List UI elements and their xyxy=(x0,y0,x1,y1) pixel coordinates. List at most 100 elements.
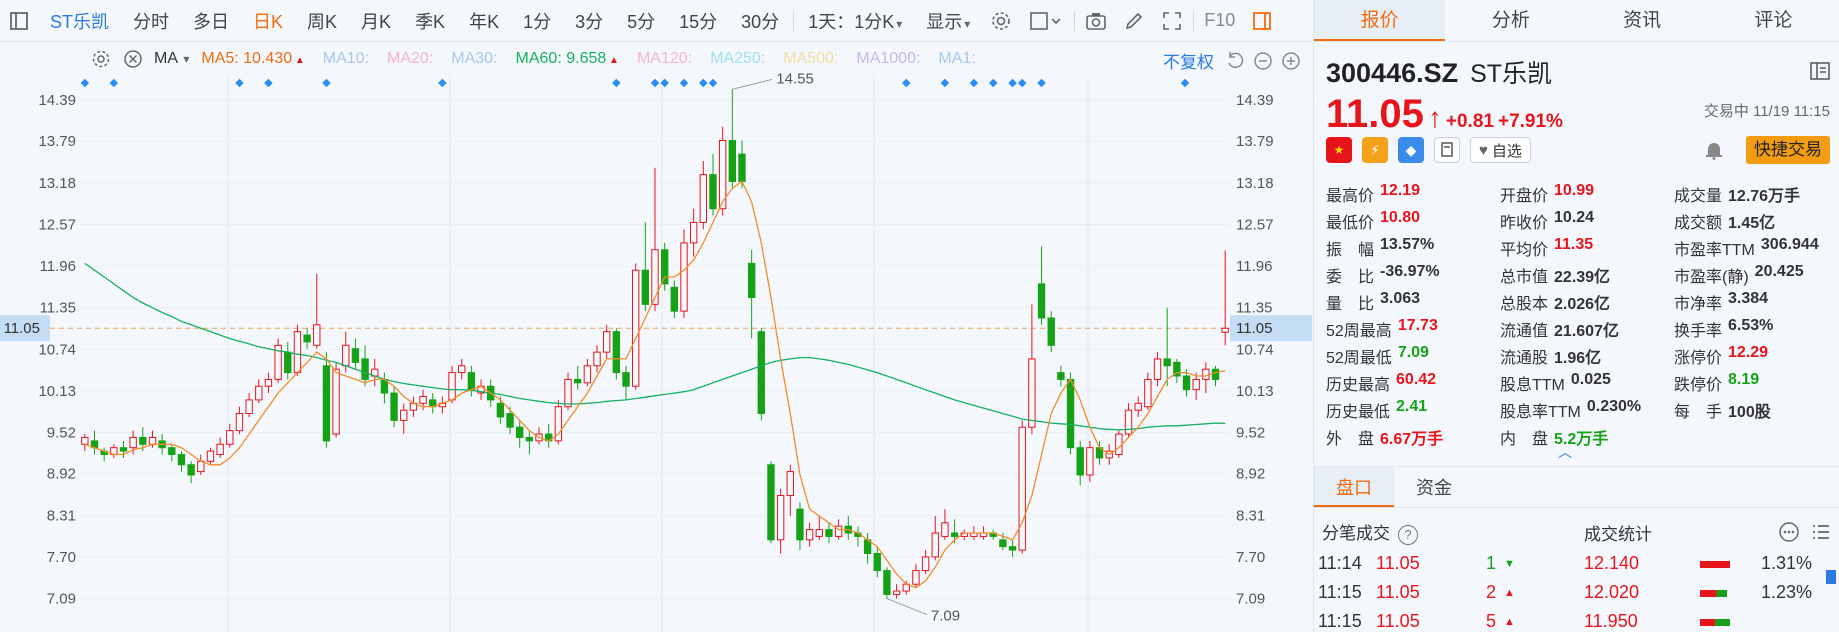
display-select[interactable]: 显示 ▾ xyxy=(914,8,982,34)
candle[interactable] xyxy=(912,563,920,588)
f10-button[interactable]: F10 xyxy=(1196,10,1243,31)
candle[interactable] xyxy=(796,502,804,551)
candle[interactable] xyxy=(1153,352,1162,387)
ma-legend-item[interactable]: MA500: xyxy=(783,50,838,68)
gear-icon[interactable] xyxy=(88,46,114,72)
bookmark-icon[interactable] xyxy=(1434,137,1460,163)
pen-icon[interactable] xyxy=(1121,8,1147,34)
event-marker[interactable] xyxy=(708,78,718,88)
candle[interactable] xyxy=(1134,396,1142,417)
event-marker[interactable] xyxy=(902,78,911,88)
candle[interactable] xyxy=(670,280,679,318)
candle[interactable] xyxy=(815,515,823,540)
candle[interactable] xyxy=(361,345,369,387)
camera-icon[interactable] xyxy=(1083,8,1109,34)
candle[interactable] xyxy=(284,341,292,380)
event-marker[interactable] xyxy=(264,78,273,88)
candle[interactable] xyxy=(728,89,736,189)
candle[interactable] xyxy=(313,273,321,349)
candle[interactable] xyxy=(371,358,379,387)
candle[interactable] xyxy=(1163,307,1171,387)
event-marker[interactable] xyxy=(1037,78,1046,88)
period-tab[interactable]: 30分 xyxy=(729,8,791,34)
gear-icon[interactable] xyxy=(988,8,1014,34)
candle[interactable] xyxy=(612,328,621,380)
quick-trade-button[interactable]: 快捷交易 xyxy=(1746,136,1830,164)
candle[interactable] xyxy=(921,550,930,574)
scrollbar[interactable] xyxy=(1826,570,1836,584)
event-marker[interactable] xyxy=(438,78,447,88)
candle[interactable] xyxy=(854,526,862,547)
quote-tab[interactable]: 评论 xyxy=(1708,0,1839,41)
ma-legend-item[interactable]: MA1000: xyxy=(856,50,920,68)
candle[interactable] xyxy=(168,444,176,462)
candle[interactable] xyxy=(989,529,997,540)
event-marker[interactable] xyxy=(235,78,244,88)
ma-legend-item[interactable]: MA250: xyxy=(710,50,765,68)
period-tab[interactable]: 多日 xyxy=(181,8,241,34)
event-marker[interactable] xyxy=(322,78,331,88)
box-select-icon[interactable] xyxy=(1026,8,1066,34)
bell-icon[interactable] xyxy=(1700,136,1728,164)
candle[interactable] xyxy=(516,420,524,448)
period-tab[interactable]: 季K xyxy=(403,8,457,34)
candle[interactable] xyxy=(825,522,833,544)
event-marker[interactable] xyxy=(699,78,708,88)
chevron-up-icon[interactable]: ︿ xyxy=(1558,442,1572,462)
panel-toggle-icon[interactable] xyxy=(1249,8,1275,34)
zoom-out-icon[interactable] xyxy=(1252,50,1274,72)
event-marker[interactable] xyxy=(1008,78,1017,88)
ma-legend-item[interactable]: MA30: xyxy=(451,50,497,68)
candle[interactable] xyxy=(400,403,408,435)
candle[interactable] xyxy=(709,154,717,216)
candle[interactable] xyxy=(1047,311,1055,353)
layout-icon[interactable] xyxy=(1810,62,1830,80)
event-marker[interactable] xyxy=(988,78,998,88)
candle[interactable] xyxy=(477,379,485,400)
ma-legend-item[interactable]: MA60: 9.658 ▲ xyxy=(516,50,619,68)
event-marker[interactable] xyxy=(969,78,979,88)
candle[interactable] xyxy=(1221,250,1229,346)
event-marker[interactable] xyxy=(1180,78,1190,88)
candle[interactable] xyxy=(554,399,563,445)
ma-legend-item[interactable]: MA120: xyxy=(637,50,692,68)
candle[interactable] xyxy=(1192,372,1200,400)
candle[interactable] xyxy=(767,461,775,544)
candle[interactable] xyxy=(245,393,253,417)
stock-name-tab[interactable]: ST乐凯 xyxy=(38,8,121,34)
sub-tab[interactable]: 盘口 xyxy=(1314,467,1394,507)
candle[interactable] xyxy=(255,379,263,404)
candle[interactable] xyxy=(1211,365,1220,387)
event-marker[interactable] xyxy=(612,78,621,88)
candle[interactable] xyxy=(1076,440,1084,486)
ma-legend-item[interactable]: MA20: xyxy=(387,50,433,68)
period-tab[interactable]: 日K xyxy=(241,8,295,34)
candle[interactable] xyxy=(574,365,582,390)
event-marker[interactable] xyxy=(80,78,90,88)
candle[interactable] xyxy=(873,546,881,578)
sub-tab[interactable]: 资金 xyxy=(1394,467,1474,507)
candle[interactable] xyxy=(81,434,89,452)
china-flag-icon[interactable]: ★ xyxy=(1326,137,1352,163)
event-marker[interactable] xyxy=(109,78,119,88)
quote-tab[interactable]: 分析 xyxy=(1445,0,1576,41)
candle[interactable] xyxy=(699,160,708,230)
period-tab[interactable]: 周K xyxy=(295,8,349,34)
candle[interactable] xyxy=(467,365,476,397)
candle[interactable] xyxy=(177,451,186,472)
help-icon[interactable]: ? xyxy=(1398,525,1418,545)
candle[interactable] xyxy=(187,461,195,484)
candle[interactable] xyxy=(206,447,215,465)
period-tab[interactable]: 年K xyxy=(457,8,511,34)
candle[interactable] xyxy=(1124,403,1133,438)
candle[interactable] xyxy=(1037,246,1046,325)
event-marker[interactable] xyxy=(679,78,689,88)
candle[interactable] xyxy=(651,167,659,312)
period-tab[interactable]: 5分 xyxy=(615,8,667,34)
candle[interactable] xyxy=(892,584,901,599)
undo-icon[interactable] xyxy=(1224,50,1246,72)
more-icon[interactable] xyxy=(1778,521,1800,543)
period-tab[interactable]: 月K xyxy=(349,8,403,34)
candle[interactable] xyxy=(235,406,244,435)
adjust-select[interactable]: 不复权 xyxy=(1163,48,1214,73)
